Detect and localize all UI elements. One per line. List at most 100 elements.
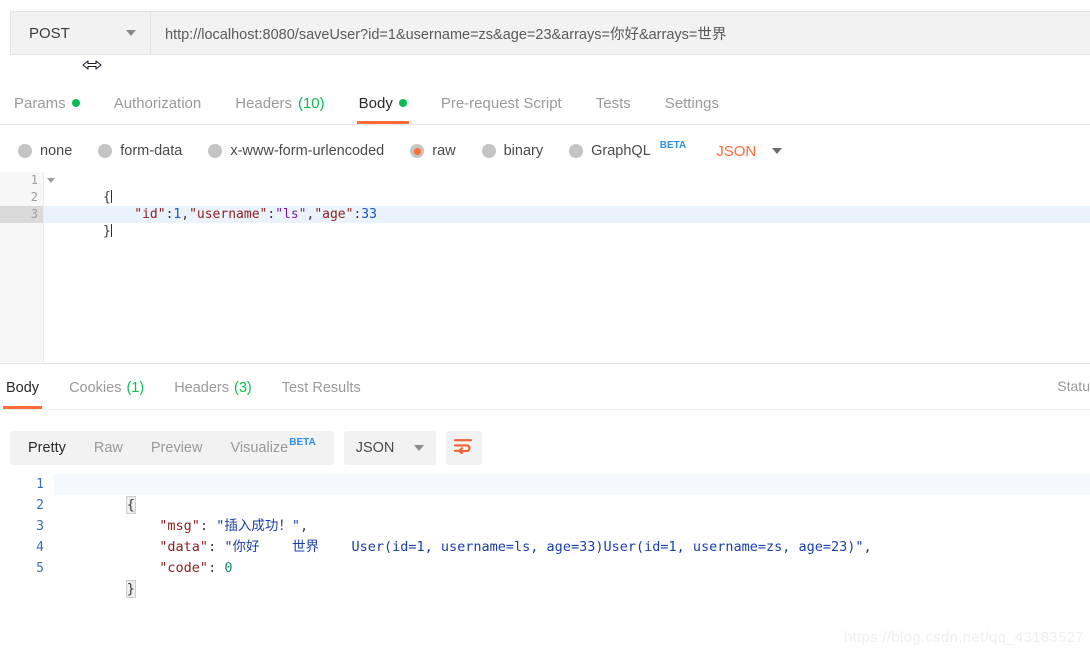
response-view-preview[interactable]: Preview [137,431,217,465]
response-colon-code: : [208,560,225,576]
tab-pre-request-script[interactable]: Pre-request Script [441,80,562,124]
tab-tests[interactable]: Tests [596,80,631,124]
request-key-username: "username" [189,207,268,222]
response-close-brace: } [125,580,136,598]
body-type-urlencoded[interactable]: x-www-form-urlencoded [208,143,384,159]
request-line-number-3: 3 [30,207,38,221]
request-code-area[interactable]: { "id":1,"username":"ls","age":33 } [56,172,1090,362]
radio-form-data-icon[interactable] [98,144,113,158]
response-tab-cookies-count: (1) [126,380,145,396]
body-type-binary-label: binary [503,143,544,159]
response-body-editor[interactable]: 1 2 3 4 5 { "msg": "插入成功！", "data": "你好 … [0,474,1090,609]
response-text-caret [134,498,136,511]
tab-settings[interactable]: Settings [665,80,719,124]
response-value-code: 0 [224,560,233,576]
tab-headers[interactable]: Headers (10) [235,80,324,124]
request-comma-1: , [181,207,190,222]
horizontal-resize-cursor-icon [72,56,112,74]
response-format-label: JSON [355,440,395,456]
tab-authorization-label: Authorization [113,94,202,112]
request-gutter-line-3: 3 [0,206,43,223]
request-url-bar: POST http://localhost:8080/saveUser?id=1… [0,0,1090,70]
request-gutter-line-2: 2 [0,189,43,206]
request-body-editor[interactable]: 1 2 3 { "id":1,"username":"ls","age":33 … [0,172,1090,362]
response-code-line-2: "msg": "插入成功！", [78,495,1090,534]
radio-graphql-icon[interactable] [569,144,584,158]
response-view-preview-label: Preview [150,440,203,456]
request-colon-2: : [267,207,276,222]
response-tab-test-results-label: Test Results [281,380,361,396]
params-indicator-dot-icon [71,99,80,107]
response-line-number-3: 3 [36,519,44,534]
body-format-select[interactable]: JSON [716,143,756,160]
tab-settings-label: Settings [664,94,719,112]
request-line-number-1: 1 [30,173,38,187]
response-view-visualize[interactable]: Visualize BETA [216,431,329,465]
response-tab-test-results[interactable]: Test Results [282,364,361,409]
response-tab-cookies[interactable]: Cookies (1) [69,364,144,409]
response-key-data: "data" [159,539,209,555]
response-key-msg: "msg" [159,518,200,534]
radio-binary-icon[interactable] [481,144,496,158]
response-line-number-1: 1 [36,477,44,492]
request-indent [103,207,134,222]
body-type-none-label: none [40,143,73,159]
response-tab-headers[interactable]: Headers (3) [174,364,252,409]
body-type-raw-label: raw [432,143,456,159]
response-indent-3 [127,539,160,555]
body-type-none[interactable]: none [18,143,72,159]
body-type-graphql[interactable]: GraphQL BETA [569,139,687,159]
tab-params-label: Params [14,94,66,112]
request-url-input[interactable]: http://localhost:8080/saveUser?id=1&user… [151,12,1090,54]
http-method-label: POST [29,24,70,42]
request-url-text: http://localhost:8080/saveUser?id=1&user… [165,26,727,43]
request-code-line-2: "id":1,"username":"ls","age":33 [56,189,1090,222]
url-bar-inner: POST http://localhost:8080/saveUser?id=1… [10,11,1090,55]
response-view-segmented-control: Pretty Raw Preview Visualize BETA [10,431,334,465]
radio-raw-icon[interactable] [410,144,425,158]
body-type-form-data[interactable]: form-data [98,143,182,159]
wrap-lines-button[interactable] [445,431,482,465]
request-code-line-1: { [56,172,1090,205]
response-value-data: "你好 世界 User(id=1, username=ls, age=33)Us… [224,539,864,555]
fold-triangle-icon[interactable] [47,178,55,183]
response-tab-body[interactable]: Body [2,364,43,409]
visualize-beta-badge: BETA [289,436,316,448]
request-value-username: "ls" [275,207,307,222]
response-line-number-2: 2 [36,498,44,513]
body-indicator-dot-icon [398,99,407,107]
radio-none-icon[interactable] [18,144,32,158]
body-type-raw[interactable]: raw [410,143,456,159]
text-caret [110,190,112,203]
request-open-brace: { [102,190,111,205]
response-open-brace: { [125,496,136,514]
response-tab-body-label: Body [6,380,40,396]
response-tab-bar: Body Cookies (1) Headers (3) Test Result… [0,364,1090,410]
body-type-binary[interactable]: binary [481,143,544,159]
response-view-pretty[interactable]: Pretty [14,431,80,465]
response-code-line-1: { [78,474,1090,514]
graphql-beta-badge: BETA [659,139,687,151]
response-tab-cookies-label: Cookies [69,380,122,396]
text-caret-2 [110,224,112,237]
tab-body[interactable]: Body [356,80,410,124]
tab-headers-count: (10) [297,94,325,112]
response-status-label: Statu [1057,378,1090,394]
response-colon-msg: : [199,518,217,534]
response-format-select[interactable]: JSON [343,431,436,465]
response-view-raw[interactable]: Raw [80,431,137,465]
response-key-code: "code" [159,560,209,576]
http-method-select[interactable]: POST [11,12,151,54]
tab-authorization[interactable]: Authorization [114,80,202,124]
response-editor-gutter: 1 2 3 4 5 [0,474,54,609]
response-view-visualize-label: Visualize [230,440,289,456]
response-view-toolbar: Pretty Raw Preview Visualize BETA JSON [0,425,1090,471]
response-code-area[interactable]: { "msg": "插入成功！", "data": "你好 世界 User(id… [78,474,1090,609]
tab-params[interactable]: Params [14,80,80,124]
request-gutter-line-1: 1 [0,172,55,189]
radio-urlencoded-icon[interactable] [208,144,223,158]
response-line-number-5: 5 [36,561,44,576]
body-type-graphql-label: GraphQL [591,143,651,159]
tab-body-label: Body [358,94,393,112]
body-format-chevron-down-icon[interactable] [772,148,783,154]
